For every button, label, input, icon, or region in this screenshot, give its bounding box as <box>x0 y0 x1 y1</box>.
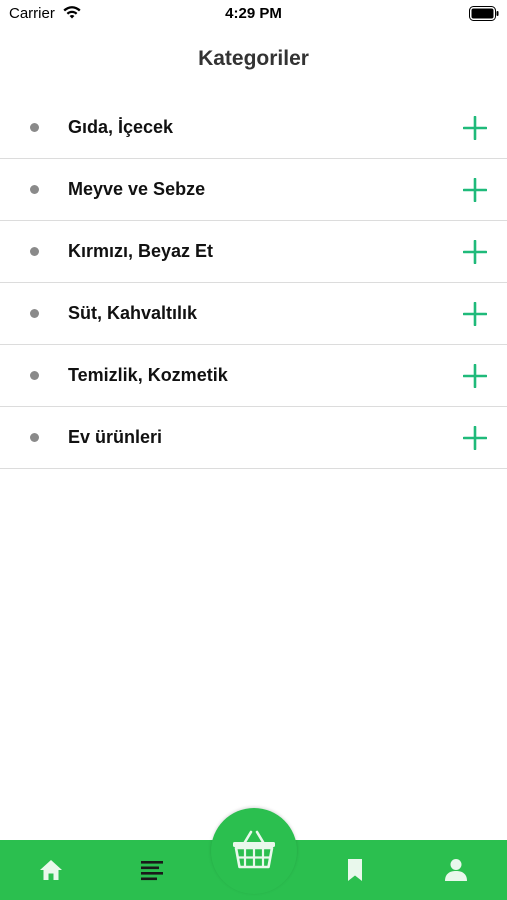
bullet-icon <box>30 371 39 380</box>
category-row[interactable]: Temizlik, Kozmetik <box>0 345 507 407</box>
category-label: Gıda, İçecek <box>68 117 174 137</box>
bullet-icon <box>30 247 39 256</box>
category-label: Temizlik, Kozmetik <box>68 365 228 385</box>
basket-button[interactable] <box>211 808 297 894</box>
page-title: Kategoriler <box>198 47 309 70</box>
plus-icon[interactable] <box>463 426 487 450</box>
plus-icon[interactable] <box>463 364 487 388</box>
category-label: Ev ürünleri <box>68 427 163 447</box>
home-icon[interactable] <box>37 856 65 884</box>
plus-icon[interactable] <box>463 116 487 140</box>
category-label: Süt, Kahvaltılık <box>68 303 198 323</box>
category-row[interactable]: Kırmızı, Beyaz Et <box>0 221 507 283</box>
plus-icon[interactable] <box>463 178 487 202</box>
category-row[interactable]: Meyve ve Sebze <box>0 159 507 221</box>
list-icon[interactable] <box>138 856 166 884</box>
category-row[interactable]: Ev ürünleri <box>0 407 507 469</box>
category-row[interactable]: Gıda, İçecek <box>0 97 507 159</box>
plus-icon[interactable] <box>463 240 487 264</box>
profile-icon[interactable] <box>442 856 470 884</box>
status-time: 4:29 PM <box>225 5 282 22</box>
category-list: Gıda, İçecek Meyve ve Sebze Kırmızı, Bey… <box>0 97 507 469</box>
bullet-icon <box>30 185 39 194</box>
bookmark-icon[interactable] <box>341 856 369 884</box>
category-label: Kırmızı, Beyaz Et <box>68 241 214 261</box>
category-label: Meyve ve Sebze <box>68 179 206 199</box>
category-row[interactable]: Süt, Kahvaltılık <box>0 283 507 345</box>
bullet-icon <box>30 123 39 132</box>
bullet-icon <box>30 309 39 318</box>
basket-icon <box>233 830 275 869</box>
status-bar: Carrier 4:29 PM <box>0 0 507 28</box>
bullet-icon <box>30 433 39 442</box>
plus-icon[interactable] <box>463 302 487 326</box>
battery-icon <box>469 6 499 21</box>
